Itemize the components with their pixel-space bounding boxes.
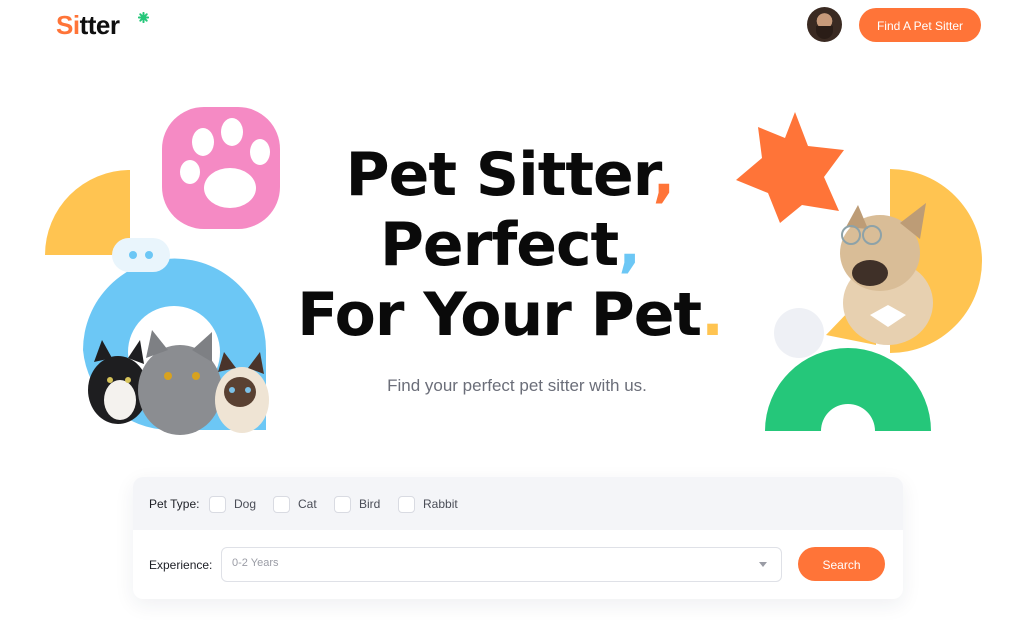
cat-checkbox[interactable] <box>273 495 290 513</box>
cat-label: Cat <box>298 497 317 511</box>
logo-text: tter <box>79 10 120 40</box>
pet-option-dog[interactable]: Dog <box>209 495 256 513</box>
search-button[interactable]: Search <box>798 547 885 581</box>
hero-title: Pet Sitter, Perfect, For Your Pet. <box>230 140 790 350</box>
logo[interactable]: Sitter <box>56 10 149 41</box>
hero-line-1: Pet Sitter <box>345 140 654 210</box>
bird-label: Bird <box>359 497 381 511</box>
rabbit-label: Rabbit <box>423 497 458 511</box>
dog-checkbox[interactable] <box>209 495 226 513</box>
dog-image <box>840 203 933 345</box>
pet-option-rabbit[interactable]: Rabbit <box>398 495 458 513</box>
rabbit-checkbox[interactable] <box>398 495 415 513</box>
search-panel: Pet Type: Dog Cat Bird Rabbit Experience… <box>133 477 903 599</box>
experience-value: 0-2 Years <box>232 557 279 569</box>
yellow-quarter-shape <box>45 170 130 255</box>
logo-text-accent: Si <box>56 10 80 40</box>
pet-type-row: Pet Type: Dog Cat Bird Rabbit <box>133 477 903 530</box>
experience-label: Experience: <box>149 558 213 572</box>
green-arch-shape <box>765 348 931 431</box>
bird-checkbox[interactable] <box>334 495 351 513</box>
pet-type-label: Pet Type: <box>149 497 200 511</box>
find-pet-sitter-button[interactable]: Find A Pet Sitter <box>859 8 981 42</box>
pet-option-bird[interactable]: Bird <box>334 495 380 513</box>
hero-subtitle: Find your perfect pet sitter with us. <box>387 376 647 395</box>
star-icon <box>138 12 149 23</box>
experience-select[interactable]: 0-2 Years <box>221 547 782 582</box>
user-avatar[interactable] <box>807 7 842 42</box>
hero-line-2: Perfect <box>379 210 619 280</box>
speech-bubble-icon <box>112 238 170 272</box>
chevron-down-icon <box>759 562 767 567</box>
pet-option-cat[interactable]: Cat <box>273 495 317 513</box>
hero-punct-1: , <box>652 140 676 210</box>
hero-punct-3: . <box>701 280 724 350</box>
hero-punct-2: , <box>618 210 641 280</box>
hero-line-3: For Your Pet <box>297 280 702 350</box>
dog-label: Dog <box>234 497 257 511</box>
